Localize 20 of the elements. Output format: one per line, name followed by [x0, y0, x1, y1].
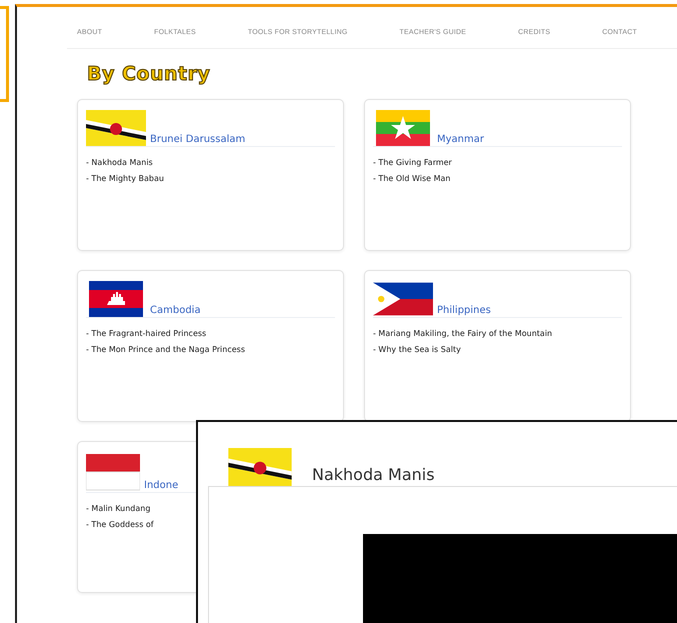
- flag-icon: [86, 452, 140, 492]
- popup-title: Nakhoda Manis: [312, 465, 435, 486]
- country-link[interactable]: Philippines: [437, 305, 491, 317]
- flag-icon: [373, 281, 433, 317]
- flag-icon: [373, 110, 433, 146]
- country-link[interactable]: Brunei Darussalam: [150, 134, 246, 146]
- story-link[interactable]: - Nakhoda Manis: [86, 155, 335, 171]
- story-link[interactable]: - Why the Sea is Salty: [373, 342, 622, 358]
- story-link[interactable]: - The Giving Farmer: [373, 155, 622, 171]
- story-link[interactable]: - The Old Wise Man: [373, 171, 622, 187]
- story-link[interactable]: - Mariang Makiling, the Fairy of the Mountain: [373, 326, 622, 342]
- country-link[interactable]: Myanmar: [437, 134, 484, 146]
- story-link[interactable]: - The Fragrant-haired Princess: [86, 326, 335, 342]
- flag-icon: [86, 281, 146, 317]
- story-link[interactable]: - The Mon Prince and the Naga Princess: [86, 342, 335, 358]
- section-heading: By Country: [87, 63, 212, 85]
- flag-icon: [86, 110, 146, 146]
- country-link[interactable]: Indone: [144, 480, 178, 492]
- story-link[interactable]: - The Mighty Babau: [86, 171, 335, 187]
- country-link[interactable]: Cambodia: [150, 305, 201, 317]
